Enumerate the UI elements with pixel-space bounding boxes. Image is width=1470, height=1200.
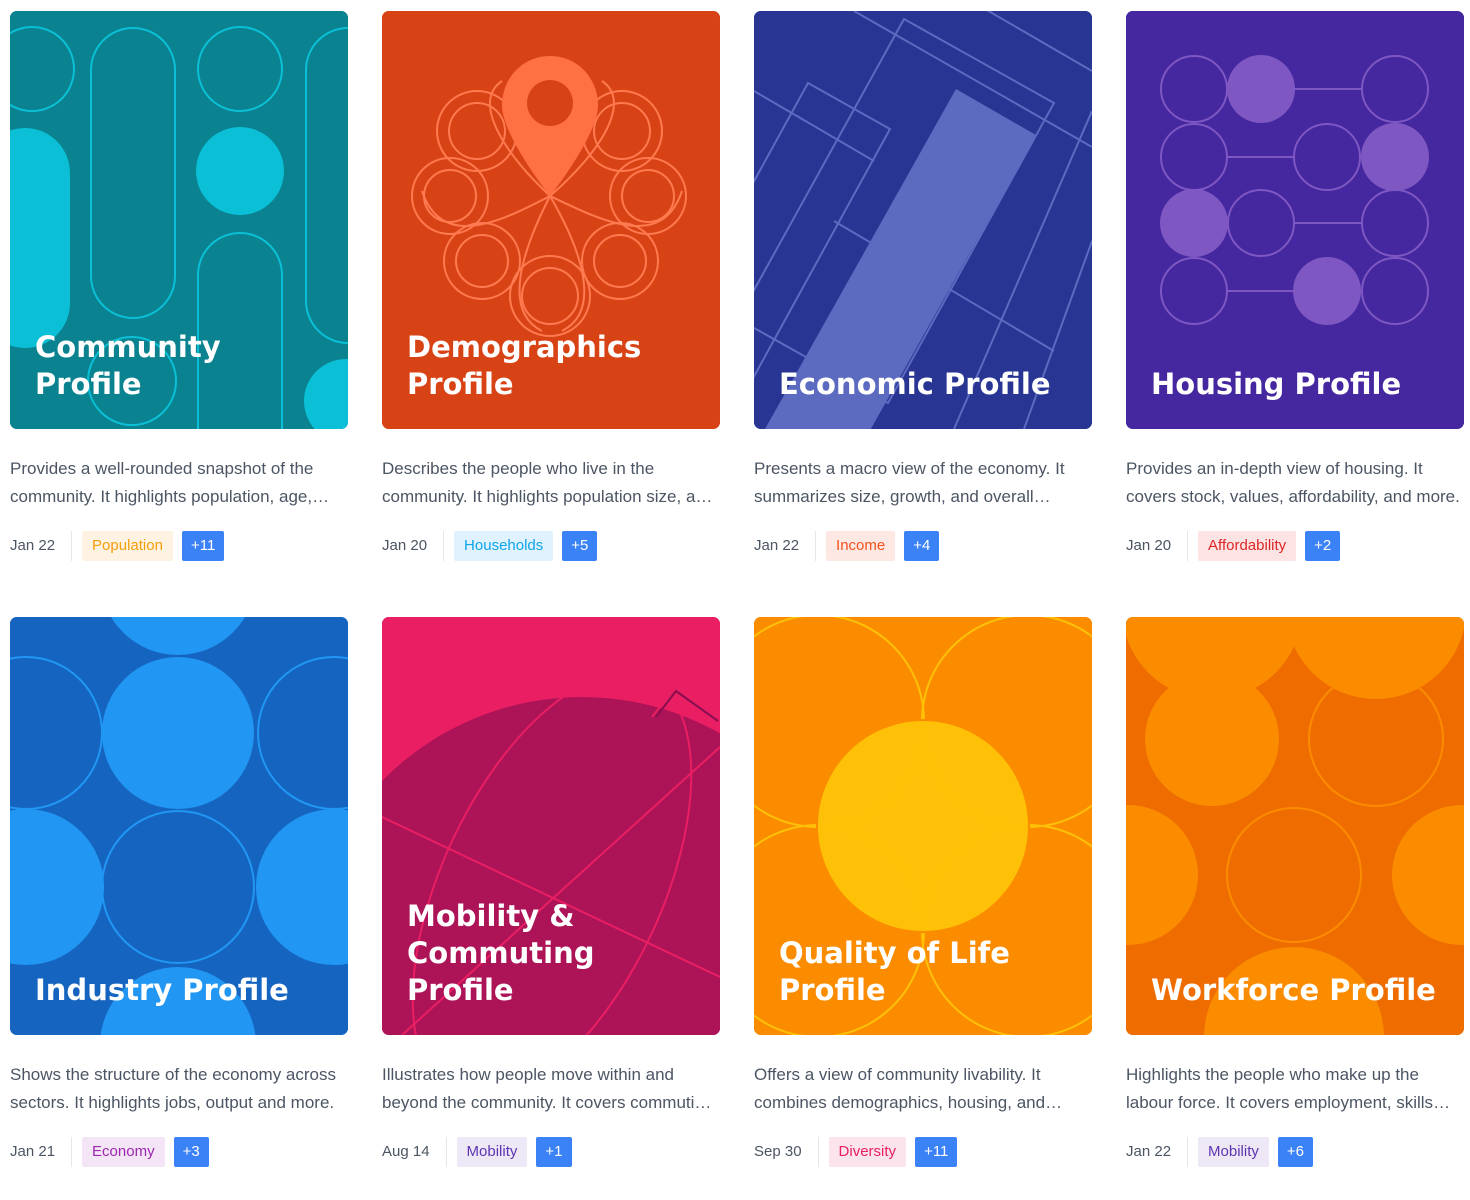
more-tags-badge[interactable]: +11 bbox=[181, 531, 225, 561]
more-tags-badge[interactable]: +2 bbox=[1305, 531, 1341, 561]
card-meta: Jan 22 Mobility +6 bbox=[1126, 1136, 1464, 1168]
more-tags-badge[interactable]: +1 bbox=[536, 1137, 572, 1167]
profile-card-quality-of-life[interactable]: Quality of Life Profile Offers a view of… bbox=[754, 617, 1092, 1168]
card-meta: Aug 14 Mobility +1 bbox=[382, 1136, 720, 1168]
card-thumbnail[interactable]: Quality of Life Profile bbox=[754, 617, 1092, 1035]
card-thumbnail[interactable]: Economic Profile bbox=[754, 11, 1092, 429]
card-date: Jan 22 bbox=[1126, 1137, 1189, 1167]
card-description: Provides a well-rounded snapshot of the … bbox=[10, 459, 314, 506]
profile-card-workforce[interactable]: Workforce Profile Highlights the people … bbox=[1126, 617, 1464, 1168]
card-thumbnail[interactable]: Community Profile bbox=[10, 11, 348, 429]
card-title: Demographics Profile bbox=[407, 330, 642, 401]
tag-chip[interactable]: Mobility bbox=[456, 1137, 528, 1167]
card-description: Describes the people who live in the com… bbox=[382, 459, 715, 506]
card-meta: Sep 30 Diversity +11 bbox=[754, 1136, 1092, 1168]
card-title: Community Profile bbox=[35, 330, 221, 401]
card-date: Jan 20 bbox=[1126, 531, 1189, 561]
card-description: Provides an in-depth view of housing. It… bbox=[1126, 459, 1460, 506]
profile-card-industry[interactable]: Industry Profile Shows the structure of … bbox=[10, 617, 348, 1168]
more-tags-badge[interactable]: +5 bbox=[562, 531, 598, 561]
card-meta: Jan 21 Economy +3 bbox=[10, 1136, 348, 1168]
card-meta: Jan 22 Income +4 bbox=[754, 530, 1092, 562]
tag-chip[interactable]: Affordability bbox=[1198, 531, 1297, 561]
more-tags-badge[interactable]: +6 bbox=[1277, 1137, 1314, 1167]
more-tags-badge[interactable]: +3 bbox=[173, 1137, 209, 1167]
profile-card-mobility-commuting[interactable]: Mobility & Commuting Profile Illustrates… bbox=[382, 617, 720, 1168]
more-tags-badge[interactable]: +11 bbox=[915, 1137, 958, 1167]
tag-chip[interactable]: Mobility bbox=[1198, 1137, 1269, 1167]
card-date: Jan 22 bbox=[754, 531, 817, 561]
more-tags-badge[interactable]: +4 bbox=[904, 531, 940, 561]
tag-chip[interactable]: Economy bbox=[82, 1137, 165, 1167]
profile-card-housing[interactable]: Housing Profile Provides an in-depth vie… bbox=[1126, 11, 1464, 562]
card-title: Industry Profile bbox=[35, 973, 289, 1007]
tag-chip[interactable]: Diversity bbox=[828, 1137, 907, 1167]
profile-card-demographics[interactable]: Demographics Profile Describes the peopl… bbox=[382, 11, 720, 562]
card-thumbnail[interactable]: Demographics Profile bbox=[382, 11, 720, 429]
card-thumbnail[interactable]: Mobility & Commuting Profile bbox=[382, 617, 720, 1035]
card-thumbnail[interactable]: Workforce Profile bbox=[1126, 617, 1464, 1035]
card-thumbnail[interactable]: Industry Profile bbox=[10, 617, 348, 1035]
card-title: Mobility & Commuting Profile bbox=[407, 899, 595, 1007]
card-title: Quality of Life Profile bbox=[779, 936, 1010, 1007]
profile-card-economic[interactable]: Economic Profile Presents a macro view o… bbox=[754, 11, 1092, 562]
card-title: Economic Profile bbox=[779, 367, 1051, 401]
card-meta: Jan 20 Households +5 bbox=[382, 530, 720, 562]
card-description: Shows the structure of the economy acros… bbox=[10, 1065, 336, 1112]
card-thumbnail[interactable]: Housing Profile bbox=[1126, 11, 1464, 429]
card-meta: Jan 22 Population +11 bbox=[10, 530, 348, 562]
card-title: Workforce Profile bbox=[1151, 973, 1436, 1007]
card-description: Presents a macro view of the economy. It… bbox=[754, 459, 1065, 506]
card-date: Jan 22 bbox=[10, 531, 73, 561]
tag-chip[interactable]: Income bbox=[826, 531, 896, 561]
tag-chip[interactable]: Households bbox=[454, 531, 554, 561]
card-date: Aug 14 bbox=[382, 1137, 447, 1167]
card-date: Jan 21 bbox=[10, 1137, 73, 1167]
card-title: Housing Profile bbox=[1151, 367, 1402, 401]
card-date: Sep 30 bbox=[754, 1137, 819, 1167]
card-date: Jan 20 bbox=[382, 531, 445, 561]
card-meta: Jan 20 Affordability +2 bbox=[1126, 530, 1464, 562]
card-description: Offers a view of community livability. I… bbox=[754, 1065, 1046, 1112]
card-description: Highlights the people who make up the la… bbox=[1126, 1065, 1434, 1112]
tag-chip[interactable]: Population bbox=[82, 531, 173, 561]
card-description: Illustrates how people move within and b… bbox=[382, 1065, 714, 1112]
profile-card-community[interactable]: Community Profile Provides a well-rounde… bbox=[10, 11, 348, 562]
